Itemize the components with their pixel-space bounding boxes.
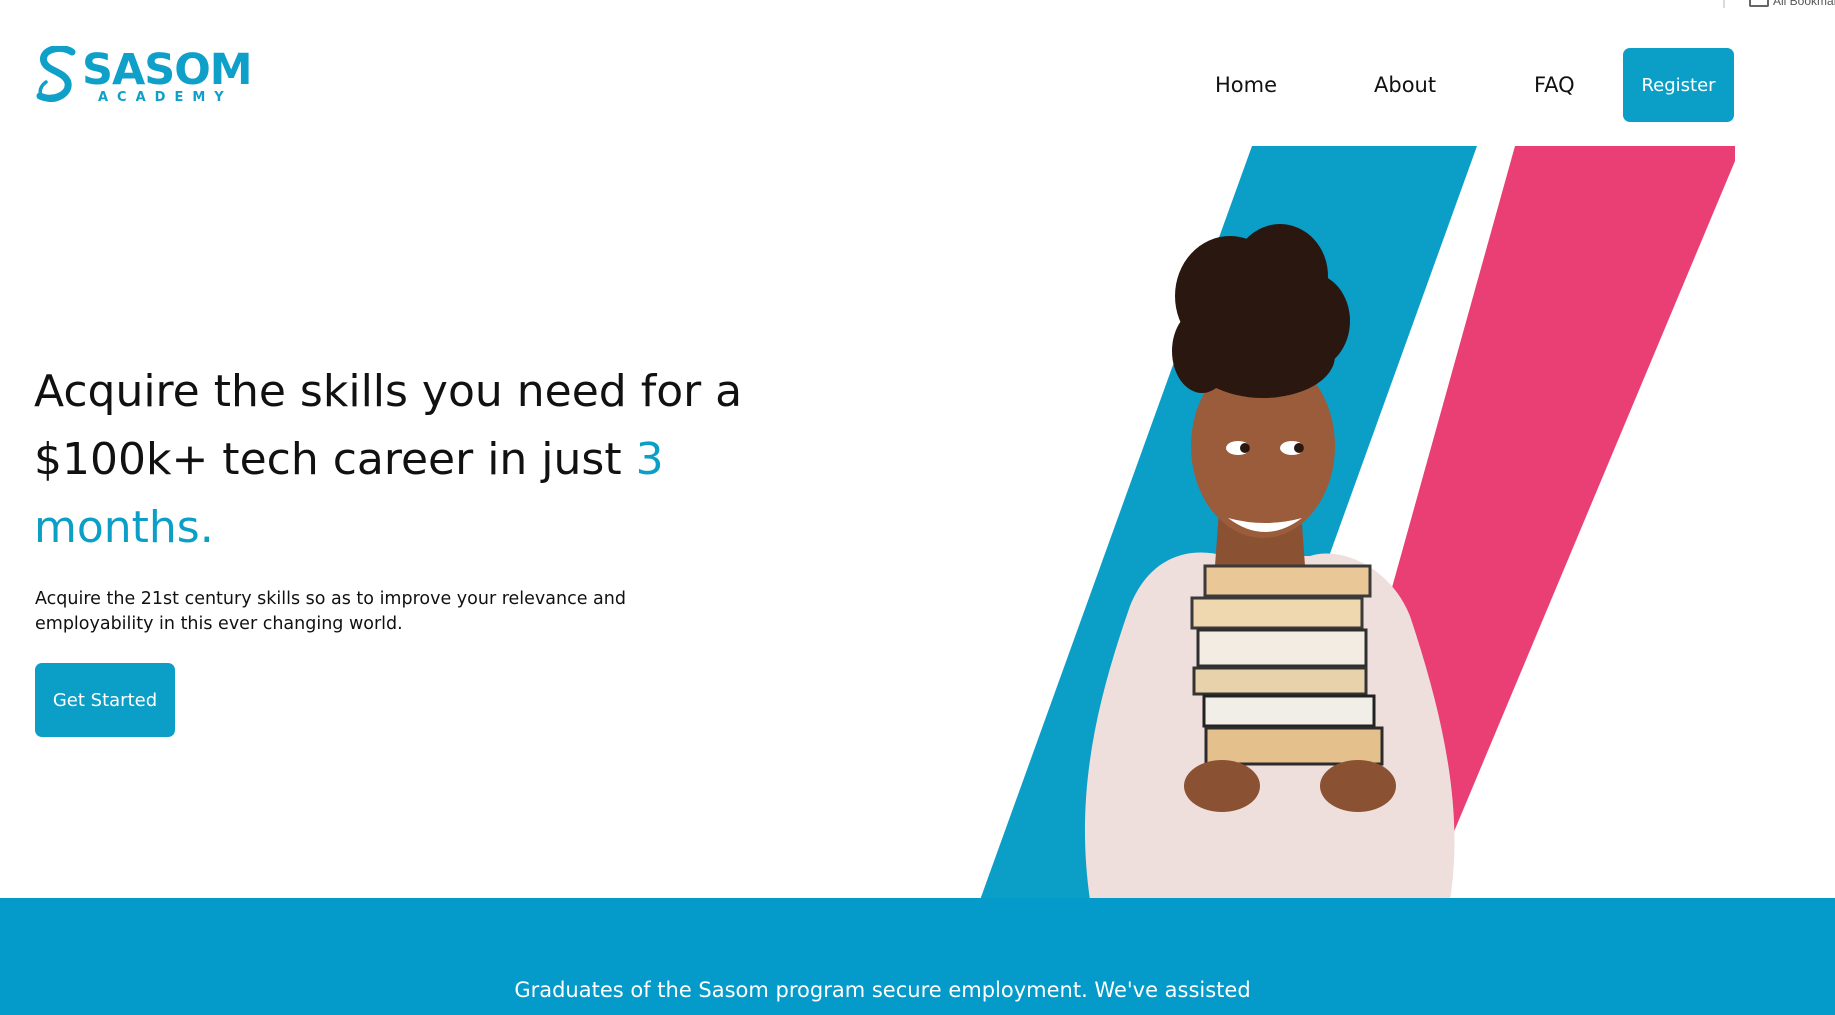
folder-icon[interactable] xyxy=(1749,0,1769,7)
hero-illustration xyxy=(980,146,1735,900)
book-stack xyxy=(1190,564,1384,766)
logo-tagline: ACADEMY xyxy=(98,90,233,105)
nav-faq-link[interactable]: FAQ xyxy=(1534,73,1575,97)
bookmarks-separator xyxy=(1723,0,1725,8)
stats-band-text: Graduates of the Sasom program secure em… xyxy=(514,978,1251,1002)
stats-band: Graduates of the Sasom program secure em… xyxy=(0,898,1835,1015)
site-logo[interactable]: SASOM ACADEMY xyxy=(34,44,253,105)
hero-description: Acquire the 21st century skills so as to… xyxy=(35,589,626,634)
register-button[interactable]: Register xyxy=(1623,48,1734,122)
hero-heading: Acquire the skills you need for a $100k+… xyxy=(34,358,774,562)
logo-name: SASOM xyxy=(82,45,253,95)
get-started-button[interactable]: Get Started xyxy=(35,663,175,737)
bookmarks-bar: All Bookmarks xyxy=(1715,0,1835,8)
nav-home-link[interactable]: Home xyxy=(1215,73,1277,97)
all-bookmarks-link[interactable]: All Bookmarks xyxy=(1773,0,1835,8)
nav-about-link[interactable]: About xyxy=(1374,73,1436,97)
sasom-s-logo-icon xyxy=(36,46,76,102)
